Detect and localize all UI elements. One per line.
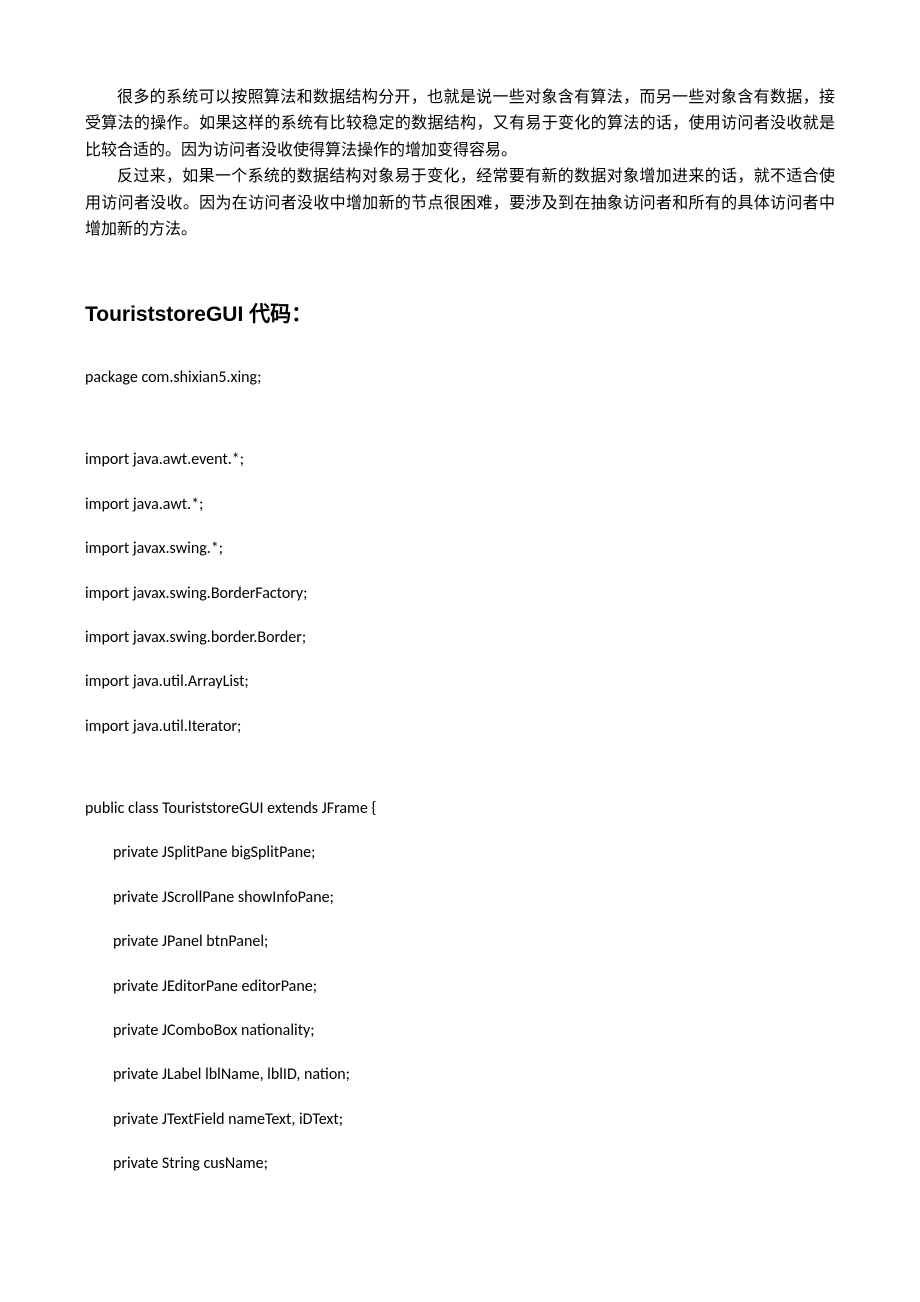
import-statement: import javax.swing.BorderFactory; [85, 583, 835, 605]
import-statement: import java.util.ArrayList; [85, 671, 835, 693]
import-statement: import java.awt.*; [85, 494, 835, 516]
import-statement: import javax.swing.*; [85, 538, 835, 560]
field-declaration: private JTextField nameText, iDText; [85, 1109, 835, 1131]
blank-line [85, 411, 835, 449]
blank-line [85, 760, 835, 798]
intro-paragraph-1: 很多的系统可以按照算法和数据结构分开，也就是说一些对象含有算法，而另一些对象含有… [85, 85, 835, 164]
field-declaration: private String cusName; [85, 1153, 835, 1175]
class-declaration: public class TouriststoreGUI extends JFr… [85, 798, 835, 820]
field-declaration: private JEditorPane editorPane; [85, 976, 835, 998]
field-declaration: private JComboBox nationality; [85, 1020, 835, 1042]
import-statement: import javax.swing.border.Border; [85, 627, 835, 649]
field-declaration: private JLabel lblName, lblID, nation; [85, 1064, 835, 1086]
field-declaration: private JScrollPane showInfoPane; [85, 887, 835, 909]
code-block: package com.shixian5.xing; import java.a… [85, 367, 835, 1176]
import-statement: import java.util.Iterator; [85, 716, 835, 738]
package-statement: package com.shixian5.xing; [85, 367, 835, 389]
import-statement: import java.awt.event.*; [85, 449, 835, 471]
intro-paragraph-2: 反过来，如果一个系统的数据结构对象易于变化，经常要有新的数据对象增加进来的话，就… [85, 164, 835, 243]
section-heading: TouriststoreGUI 代码： [85, 298, 835, 332]
field-declaration: private JSplitPane bigSplitPane; [85, 842, 835, 864]
field-declaration: private JPanel btnPanel; [85, 931, 835, 953]
